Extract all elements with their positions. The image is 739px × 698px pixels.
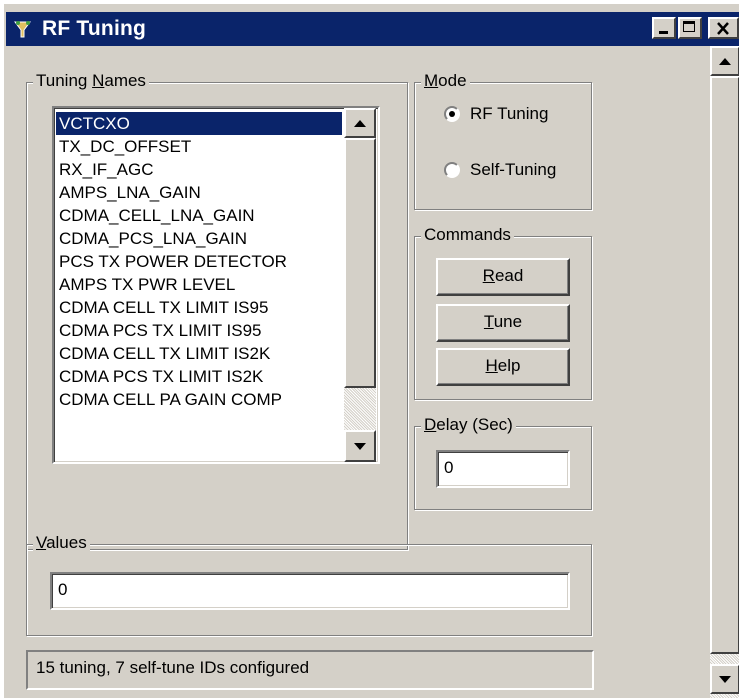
radio-rf-tuning[interactable]: RF Tuning [444,104,586,124]
minimize-button[interactable] [652,17,676,39]
status-bar: 15 tuning, 7 self-tune IDs configured [26,650,594,690]
mode-group: Mode [414,71,592,210]
values-input[interactable]: 0 [50,572,570,610]
list-item[interactable]: CDMA_CELL_LNA_GAIN [56,204,342,227]
values-value: 0 [58,580,68,599]
tuning-names-label: Tuning Names [33,71,149,91]
list-item[interactable]: AMPS_LNA_GAIN [56,181,342,204]
list-item[interactable]: CDMA CELL TX LIMIT IS95 [56,296,342,319]
list-item[interactable]: CDMA CELL TX LIMIT IS2K [56,342,342,365]
help-button[interactable]: Help [436,348,570,386]
commands-label: Commands [421,225,514,245]
radio-self-tuning[interactable]: Self-Tuning [444,160,586,180]
maximize-icon [683,21,695,32]
list-item[interactable]: CDMA PCS TX LIMIT IS95 [56,319,342,342]
arrow-down-icon [719,676,731,683]
list-item[interactable]: AMPS TX PWR LEVEL [56,273,342,296]
tuning-app-icon [12,18,34,40]
listbox-scroll-up-button[interactable] [344,108,376,138]
radio-rf-tuning-indicator[interactable] [444,106,460,122]
list-item[interactable]: CDMA CELL PA GAIN COMP [56,388,342,411]
window-scroll-down-button[interactable] [710,664,739,694]
list-item[interactable]: PCS TX POWER DETECTOR [56,250,342,273]
list-item[interactable]: TX_DC_OFFSET [56,135,342,158]
list-item[interactable]: VCTCXO [56,112,342,135]
status-text: 15 tuning, 7 self-tune IDs configured [36,658,310,677]
delay-value: 0 [444,458,454,477]
close-button[interactable] [708,17,739,39]
listbox-scroll-down-button[interactable] [344,430,376,462]
maximize-button[interactable] [678,17,702,39]
listbox-scroll-thumb[interactable] [344,138,376,388]
client-area: Tuning Names VCTCXO TX_DC_OFFSET RX_IF_AGC… [6,46,739,698]
delay-label: Delay (Sec) [421,415,516,435]
arrow-up-icon [719,58,731,65]
window-scroll-thumb[interactable] [710,76,739,654]
mode-label: Mode [421,71,470,91]
delay-input[interactable]: 0 [436,450,570,488]
arrow-up-icon [354,120,366,127]
minimize-icon [659,31,668,34]
list-item[interactable]: CDMA_PCS_LNA_GAIN [56,227,342,250]
read-button[interactable]: Read [436,258,570,296]
tune-button[interactable]: Tune [436,304,570,342]
tuning-names-listbox[interactable]: VCTCXO TX_DC_OFFSET RX_IF_AGC AMPS_LNA_GAIN… [52,106,380,464]
radio-self-tuning-label: Self-Tuning [470,160,557,179]
title-bar[interactable]: RF Tuning [6,12,739,46]
list-item[interactable]: RX_IF_AGC [56,158,342,181]
radio-self-tuning-indicator[interactable] [444,162,460,178]
values-label: Values [33,533,90,553]
list-item[interactable]: CDMA PCS TX LIMIT IS2K [56,365,342,388]
close-icon [717,22,729,35]
window-title: RF Tuning [42,17,147,40]
radio-rf-tuning-label: RF Tuning [470,104,549,123]
arrow-down-icon [354,443,366,450]
window-scroll-up-button[interactable] [710,46,739,76]
